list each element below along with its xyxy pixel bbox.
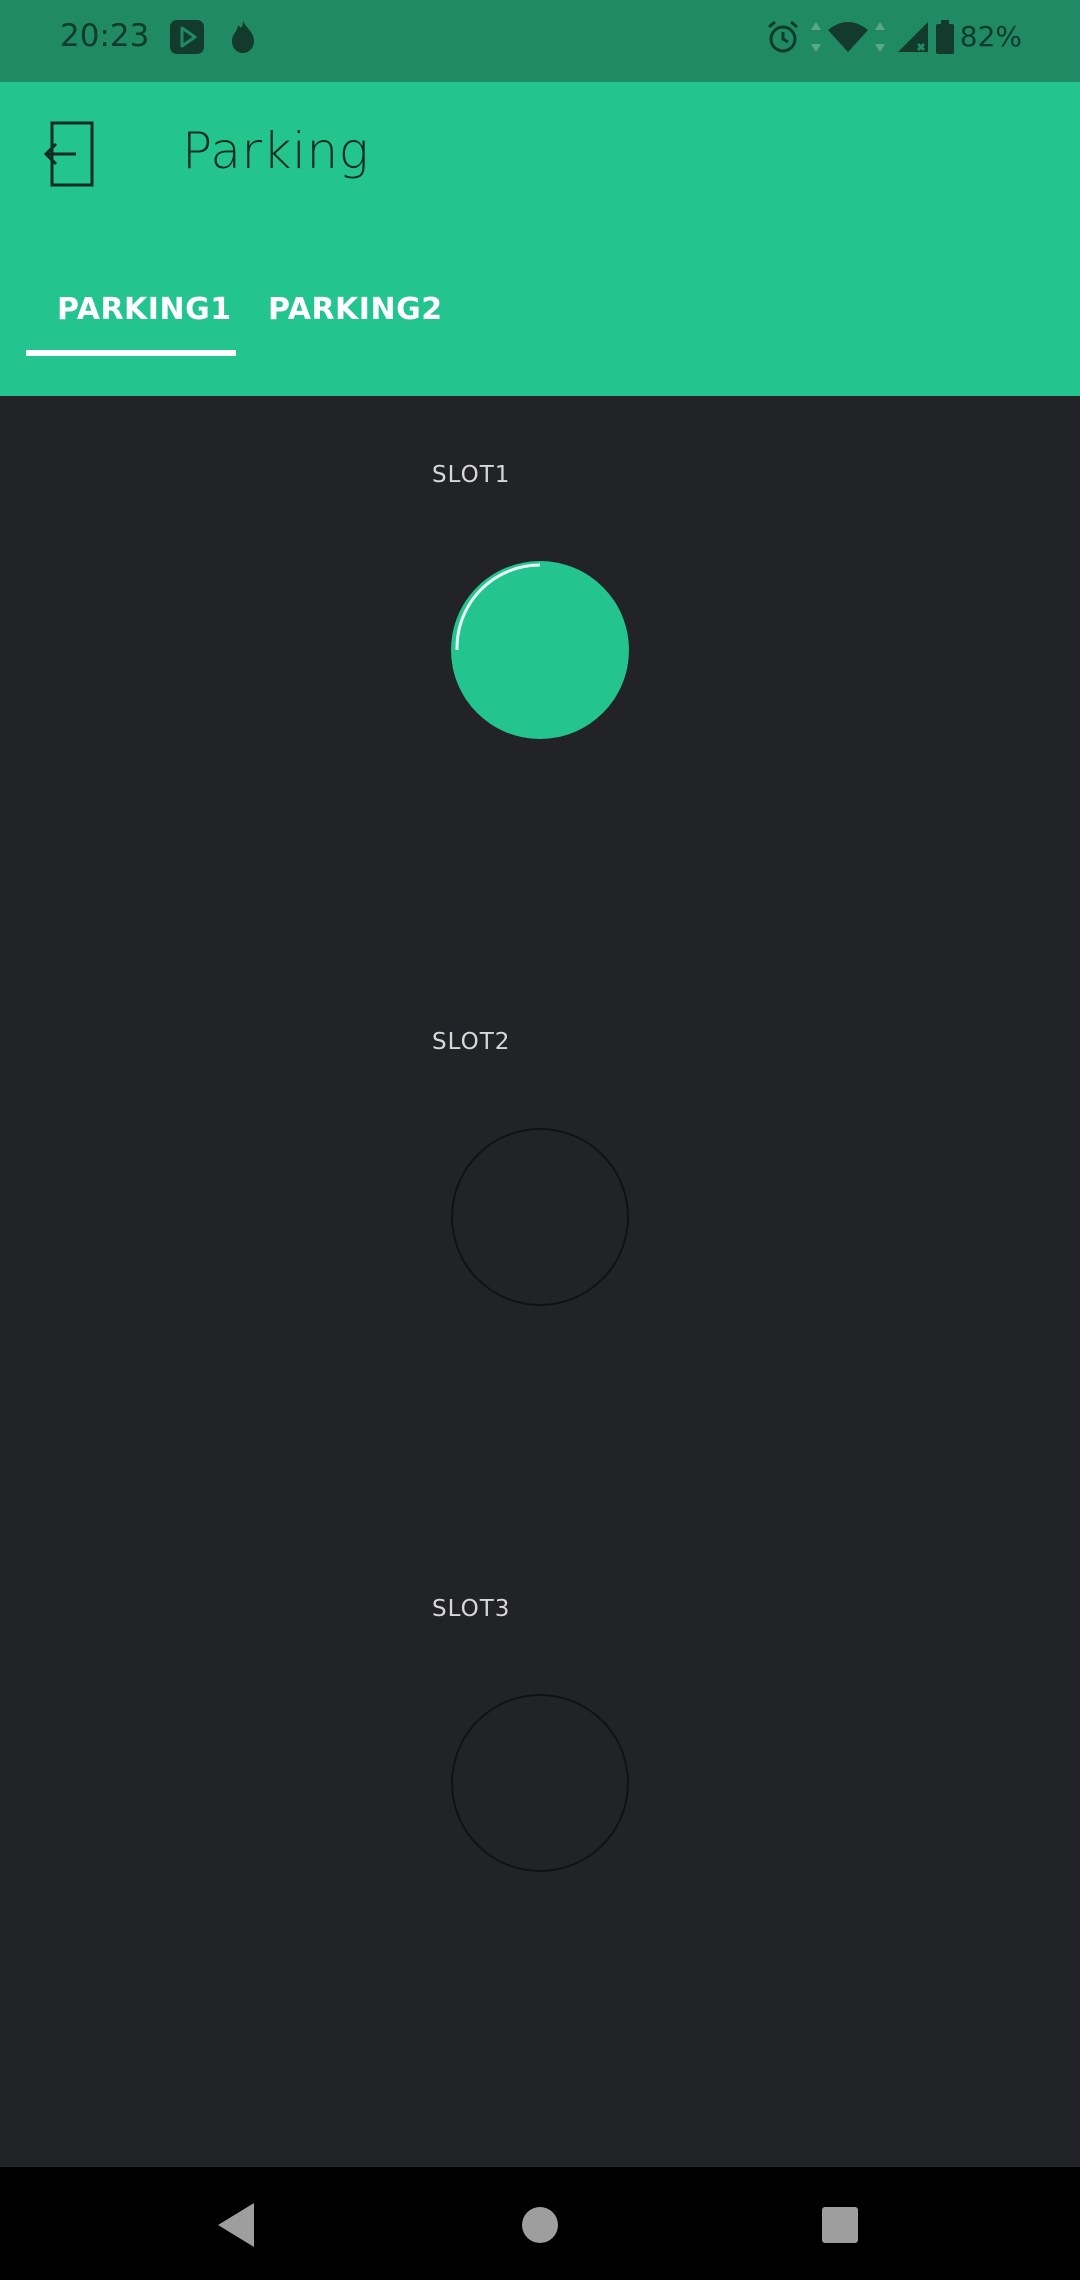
home-circle-icon[interactable] [512, 2197, 568, 2253]
wifi-icon [828, 22, 868, 52]
slot2-led-indicator[interactable] [451, 1128, 629, 1306]
tab-parking2[interactable]: PARKING2 [268, 292, 443, 327]
status-bar: 20:23 82% [0, 0, 1080, 82]
signal-icon [898, 22, 928, 52]
slot3-label: SLOT3 [432, 1596, 511, 1622]
battery-icon [936, 20, 954, 54]
slot2-label: SLOT2 [432, 1029, 511, 1055]
data-arrows-icon [875, 22, 885, 52]
fire-icon [232, 21, 254, 53]
slot1-led-indicator[interactable] [451, 561, 629, 739]
alarm-icon [768, 20, 798, 53]
app-bar: Parking PARKING1 PARKING2 [0, 82, 1080, 396]
battery-percentage: 82% [959, 20, 1022, 53]
status-time: 20:23 [60, 18, 150, 54]
back-triangle-icon[interactable] [210, 2197, 266, 2253]
recents-square-icon[interactable] [812, 2197, 868, 2253]
data-arrows-icon [811, 22, 821, 52]
play-store-icon [170, 20, 204, 54]
app-screen: 20:23 82% Parking PARKING1 PARKING2 SLOT… [0, 0, 1080, 2280]
logout-icon[interactable] [42, 120, 98, 190]
slot1-label: SLOT1 [432, 462, 511, 488]
tab-parking1[interactable]: PARKING1 [57, 292, 232, 327]
page-title: Parking [182, 122, 370, 180]
led-highlight-arc [455, 563, 541, 651]
system-navigation-bar [0, 2167, 1080, 2280]
slot3-led-indicator[interactable] [451, 1694, 629, 1872]
tab-selected-indicator [26, 350, 236, 356]
